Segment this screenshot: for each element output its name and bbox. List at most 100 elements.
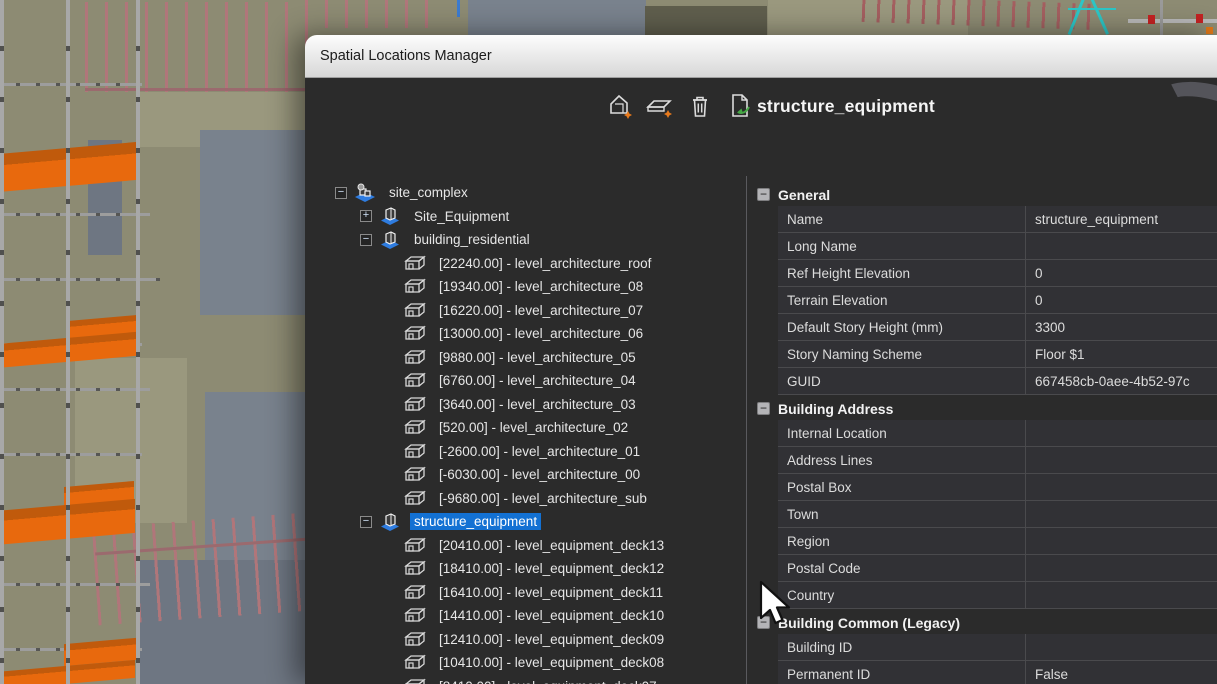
- tree-item[interactable]: [6760.00] - level_architecture_04: [327, 369, 745, 393]
- building-icon: [378, 230, 402, 250]
- scene-shape: [66, 0, 70, 684]
- property-value[interactable]: [1026, 528, 1217, 554]
- level-icon: [403, 490, 427, 507]
- scene-shape: [136, 0, 140, 684]
- tree-item-label[interactable]: [-2600.00] - level_architecture_01: [435, 443, 644, 460]
- property-value[interactable]: False: [1026, 661, 1217, 684]
- property-value[interactable]: [1026, 501, 1217, 527]
- expand-toggle-icon[interactable]: +: [360, 210, 372, 222]
- section-collapse-icon[interactable]: −: [757, 616, 770, 629]
- collapse-toggle-icon[interactable]: −: [360, 234, 372, 246]
- property-value[interactable]: Floor $1: [1026, 341, 1217, 367]
- tree-item-label[interactable]: [3640.00] - level_architecture_03: [435, 396, 640, 413]
- tree-item[interactable]: [8410.00] - level_equipment_deck07: [327, 675, 745, 684]
- scene-shape: [200, 130, 307, 315]
- property-value[interactable]: [1026, 420, 1217, 446]
- tree-item-label-selected[interactable]: structure_equipment: [410, 513, 541, 530]
- level-icon: [403, 537, 427, 554]
- tree-item-label[interactable]: [18410.00] - level_equipment_deck12: [435, 560, 668, 577]
- tree-item-label[interactable]: [16220.00] - level_architecture_07: [435, 302, 647, 319]
- section-collapse-icon[interactable]: −: [757, 188, 770, 201]
- tree-item[interactable]: [19340.00] - level_architecture_08: [327, 275, 745, 299]
- tree-item[interactable]: [13000.00] - level_architecture_06: [327, 322, 745, 346]
- tree-item[interactable]: [10410.00] - level_equipment_deck08: [327, 651, 745, 675]
- property-value[interactable]: 3300: [1026, 314, 1217, 340]
- property-value[interactable]: 0: [1026, 287, 1217, 313]
- tree-item-label[interactable]: [-6030.00] - level_architecture_00: [435, 466, 644, 483]
- tree-item-label[interactable]: building_residential: [410, 231, 534, 248]
- tree-item-label[interactable]: [6760.00] - level_architecture_04: [435, 372, 640, 389]
- dialog-titlebar[interactable]: Spatial Locations Manager: [305, 35, 1217, 78]
- application-screen: Spatial Locations Manager: [0, 0, 1217, 684]
- section-collapse-icon[interactable]: −: [757, 402, 770, 415]
- property-value[interactable]: [1026, 634, 1217, 660]
- tree-item[interactable]: − building_residential: [327, 228, 745, 252]
- tree-item[interactable]: [22240.00] - level_architecture_roof: [327, 252, 745, 276]
- tree-item[interactable]: [-9680.00] - level_architecture_sub: [327, 487, 745, 511]
- property-label: Terrain Elevation: [778, 287, 1026, 313]
- tree-item[interactable]: [3640.00] - level_architecture_03: [327, 393, 745, 417]
- add-building-button[interactable]: [605, 93, 635, 123]
- property-value[interactable]: [1026, 474, 1217, 500]
- import-stories-button[interactable]: [725, 93, 755, 123]
- tree-item[interactable]: [9880.00] - level_architecture_05: [327, 346, 745, 370]
- tree-item[interactable]: [-2600.00] - level_architecture_01: [327, 440, 745, 464]
- tree-item-label[interactable]: [10410.00] - level_equipment_deck08: [435, 654, 668, 671]
- level-icon: [403, 419, 427, 436]
- tree-item-label[interactable]: [12410.00] - level_equipment_deck09: [435, 631, 668, 648]
- property-value[interactable]: [1026, 447, 1217, 473]
- level-icon: [403, 396, 427, 413]
- property-value[interactable]: [1026, 233, 1217, 259]
- section-title: Building Address: [778, 401, 893, 417]
- property-section-header[interactable]: −Building Common (Legacy): [755, 611, 1217, 634]
- level-icon: [403, 466, 427, 483]
- collapse-toggle-icon[interactable]: −: [335, 187, 347, 199]
- tree-item-label[interactable]: [-9680.00] - level_architecture_sub: [435, 490, 651, 507]
- tree-item-label[interactable]: [9880.00] - level_architecture_05: [435, 349, 640, 366]
- property-value[interactable]: 667458cb-0aee-4b52-97c: [1026, 368, 1217, 394]
- scene-shape: [1148, 15, 1155, 24]
- tree-item[interactable]: − structure_equipment: [327, 510, 745, 534]
- tree-item-label[interactable]: [14410.00] - level_equipment_deck10: [435, 607, 668, 624]
- collapse-toggle-icon[interactable]: −: [360, 516, 372, 528]
- property-value[interactable]: 0: [1026, 260, 1217, 286]
- tree-item[interactable]: [12410.00] - level_equipment_deck09: [327, 628, 745, 652]
- tree-item[interactable]: [18410.00] - level_equipment_deck12: [327, 557, 745, 581]
- scene-shape: [1160, 0, 1163, 35]
- spatial-tree: − site_complex + Site_Equipment − building_re…: [327, 181, 745, 684]
- tree-item-label[interactable]: [20410.00] - level_equipment_deck13: [435, 537, 668, 554]
- tree-item-label[interactable]: [22240.00] - level_architecture_roof: [435, 255, 655, 272]
- tree-item-label[interactable]: [13000.00] - level_architecture_06: [435, 325, 647, 342]
- property-section-header[interactable]: −General: [755, 183, 1217, 206]
- property-row: Region: [778, 528, 1217, 555]
- spatial-locations-manager-dialog: Spatial Locations Manager: [305, 35, 1217, 684]
- tree-item-label[interactable]: [8410.00] - level_equipment_deck07: [435, 678, 661, 684]
- tree-item-label[interactable]: [16410.00] - level_equipment_deck11: [435, 584, 667, 601]
- property-value[interactable]: [1026, 582, 1217, 608]
- tree-item-label[interactable]: site_complex: [385, 184, 472, 201]
- scene-shape: [468, 0, 646, 35]
- tree-item[interactable]: − site_complex: [327, 181, 745, 205]
- dialog-title: Spatial Locations Manager: [320, 48, 492, 64]
- delete-button[interactable]: [685, 93, 715, 123]
- tree-item[interactable]: [14410.00] - level_equipment_deck10: [327, 604, 745, 628]
- tree-item-label[interactable]: [520.00] - level_architecture_02: [435, 419, 632, 436]
- level-icon: [403, 278, 427, 295]
- tree-item[interactable]: [520.00] - level_architecture_02: [327, 416, 745, 440]
- tree-item[interactable]: [16220.00] - level_architecture_07: [327, 299, 745, 323]
- level-icon: [403, 584, 427, 601]
- property-value[interactable]: structure_equipment: [1026, 206, 1217, 232]
- scene-shape: [85, 2, 310, 92]
- tree-item[interactable]: [-6030.00] - level_architecture_00: [327, 463, 745, 487]
- tree-item[interactable]: [16410.00] - level_equipment_deck11: [327, 581, 745, 605]
- tree-item-label[interactable]: [19340.00] - level_architecture_08: [435, 278, 647, 295]
- tree-item[interactable]: [20410.00] - level_equipment_deck13: [327, 534, 745, 558]
- property-section-header[interactable]: −Building Address: [755, 397, 1217, 420]
- property-value[interactable]: [1026, 555, 1217, 581]
- tree-item-label[interactable]: Site_Equipment: [410, 208, 513, 225]
- scene-shape: [457, 0, 460, 17]
- scene-shape: [1128, 19, 1217, 23]
- property-row: Internal Location: [778, 420, 1217, 447]
- add-story-button[interactable]: [645, 93, 675, 123]
- tree-item[interactable]: + Site_Equipment: [327, 205, 745, 229]
